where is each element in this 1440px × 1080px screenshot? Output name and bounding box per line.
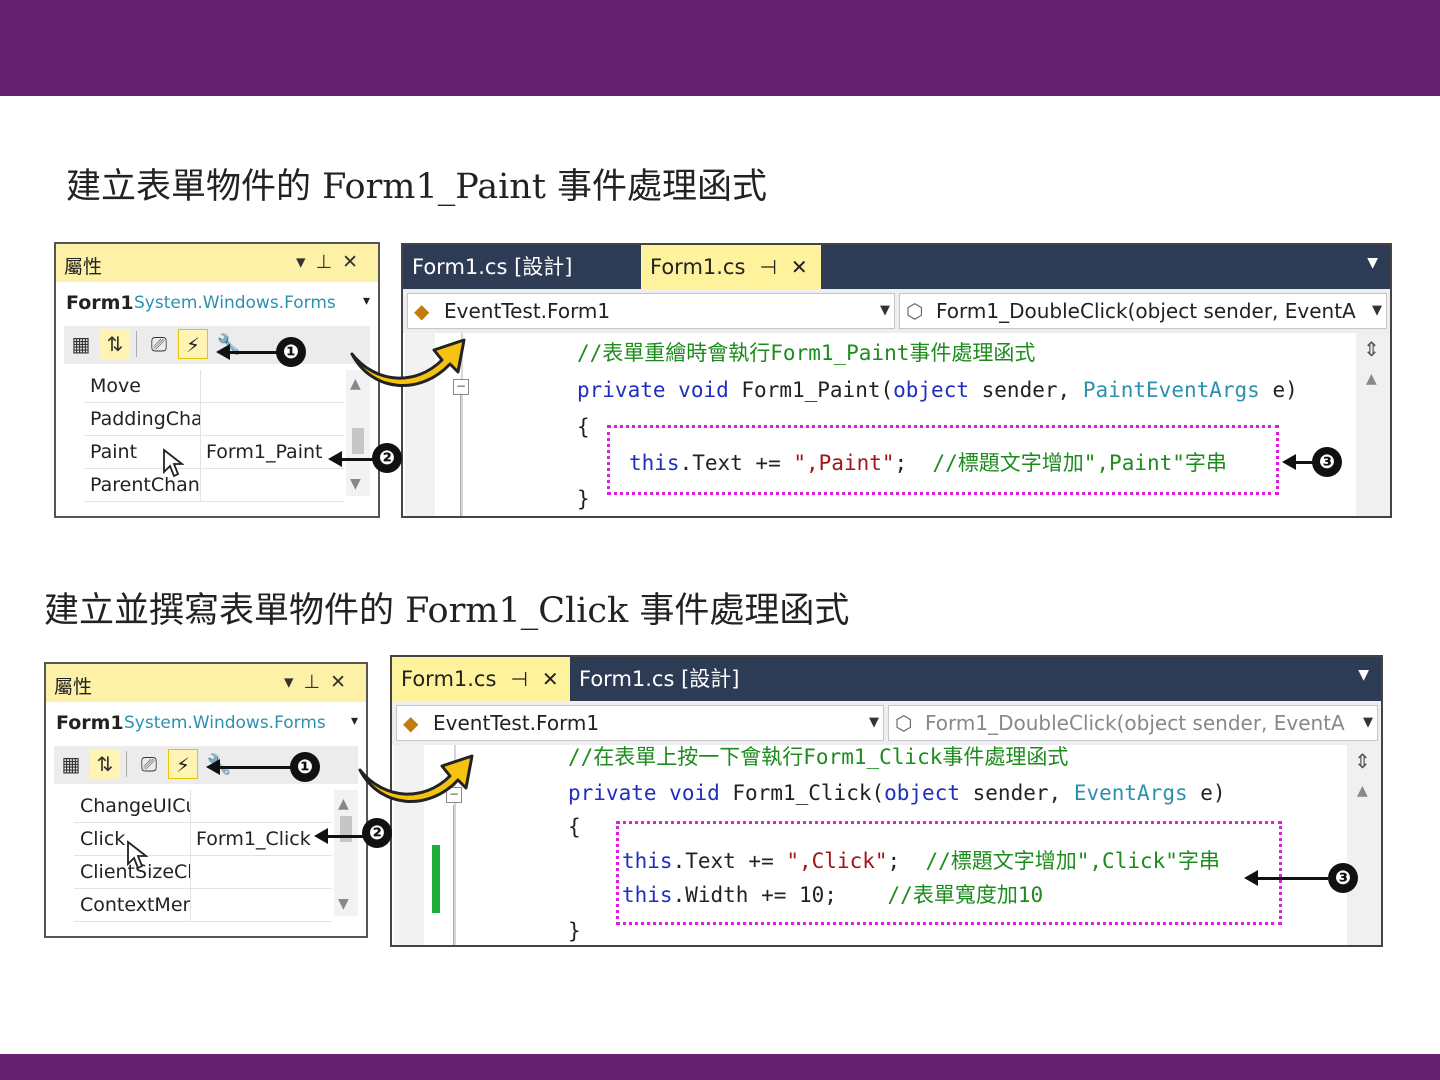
- editor-tab-strip: Form1.cs ⊣ ✕ Form1.cs [設計] ▼: [392, 657, 1381, 701]
- close-icon[interactable]: ✕: [791, 255, 808, 279]
- chevron-down-icon: ▼: [876, 294, 890, 328]
- close-icon[interactable]: ✕: [542, 667, 559, 691]
- categorized-icon[interactable]: ▦: [66, 329, 96, 359]
- property-row-paint[interactable]: Paint Form1_Paint: [84, 436, 344, 469]
- dropdown-icon[interactable]: ▾: [296, 251, 316, 273]
- top-banner: [0, 0, 1440, 96]
- class-combo[interactable]: ◆ EventTest.Form1 ▼: [396, 705, 884, 741]
- close-icon[interactable]: ✕: [330, 671, 356, 693]
- object-name: Form1: [66, 292, 134, 314]
- property-row[interactable]: PaddingCha: [84, 403, 344, 436]
- property-row[interactable]: ClientSizeCh: [74, 856, 332, 889]
- code-line-1: this.Text += ",Click"; //標題文字增加",Click"字…: [622, 849, 1220, 873]
- code-line-2: this.Width += 10; //表單寬度加10: [622, 883, 1044, 907]
- badge-3: ❸: [1328, 863, 1358, 893]
- object-type: System.Windows.Forms: [134, 293, 336, 313]
- property-row[interactable]: ContextMen: [74, 889, 332, 922]
- property-row[interactable]: ParentChan: [84, 469, 344, 502]
- split-icon[interactable]: ⇕: [1363, 337, 1380, 361]
- property-row[interactable]: Move: [84, 370, 344, 403]
- code-editor-2: Form1.cs ⊣ ✕ Form1.cs [設計] ▼ ◆ EventTest.Fo…: [390, 655, 1383, 947]
- change-indicator: [432, 845, 440, 913]
- property-pages-icon[interactable]: ⎚: [144, 329, 174, 359]
- events-icon[interactable]: ⚡: [168, 749, 198, 779]
- navigation-bar: ◆ EventTest.Form1 ▼ ⬡ Form1_DoubleClick(obj…: [403, 289, 1390, 333]
- dropdown-icon[interactable]: ▼: [1358, 667, 1369, 683]
- properties-title-bar: 屬性 ▾⊥✕: [56, 244, 378, 282]
- section2-heading: 建立並撰寫表單物件的 Form1_Click 事件處理函式: [44, 591, 850, 631]
- chevron-down-icon[interactable]: ▾: [351, 713, 358, 729]
- editor-scrollbar[interactable]: ⇕ ▲: [1347, 745, 1381, 945]
- code-line-1: this.Text += ",Paint"; //標題文字增加",Paint"字…: [629, 451, 1227, 475]
- pin-icon[interactable]: ⊥: [316, 251, 343, 273]
- chevron-down-icon[interactable]: ▾: [363, 293, 370, 309]
- editor-scrollbar[interactable]: ⇕ ▲: [1356, 333, 1390, 516]
- class-icon: ◆: [414, 299, 430, 323]
- close-icon[interactable]: ✕: [342, 251, 368, 273]
- object-name: Form1: [56, 712, 124, 734]
- dropdown-icon[interactable]: ▼: [1367, 255, 1378, 271]
- method-icon: ⬡: [906, 299, 924, 323]
- property-row[interactable]: ChangeUICu: [74, 790, 332, 823]
- chevron-down-icon: ▼: [1368, 294, 1382, 328]
- badge-3: ❸: [1312, 447, 1342, 477]
- class-icon: ◆: [403, 711, 419, 735]
- tab-code[interactable]: Form1.cs ⊣ ✕: [392, 657, 570, 701]
- pin-icon[interactable]: ⊥: [304, 671, 331, 693]
- curved-arrow-icon: [358, 754, 474, 803]
- properties-panel-1: 屬性 ▾⊥✕ Form1 System.Windows.Forms ▾ ▦ ⇅ …: [54, 242, 380, 518]
- property-pages-icon[interactable]: ⎚: [134, 749, 164, 779]
- properties-title-bar: 屬性 ▾⊥✕: [46, 664, 366, 702]
- badge-1: ❶: [276, 337, 306, 367]
- code-comment: //表單重繪時會執行Form1_Paint事件處理函式: [577, 341, 1036, 365]
- badge-2: ❷: [372, 443, 402, 473]
- property-grid: Move PaddingCha Paint Form1_Paint ParentC…: [84, 370, 344, 502]
- property-row-click[interactable]: Click Form1_Click: [74, 823, 332, 856]
- highlight-box: [616, 821, 1282, 925]
- chevron-down-icon: ▼: [865, 706, 879, 740]
- events-icon[interactable]: ⚡: [178, 329, 208, 359]
- pin-icon[interactable]: ⊣: [510, 667, 527, 691]
- tab-code[interactable]: Form1.cs ⊣ ✕: [641, 245, 821, 289]
- pin-icon[interactable]: ⊣: [759, 255, 776, 279]
- object-type: System.Windows.Forms: [124, 713, 326, 733]
- property-grid: ChangeUICu Click Form1_Click ClientSizeCh…: [74, 790, 332, 922]
- member-combo[interactable]: ⬡ Form1_DoubleClick(object sender, EventA…: [899, 293, 1387, 329]
- cursor-icon: [127, 840, 148, 870]
- badge-1: ❶: [290, 752, 320, 782]
- class-combo[interactable]: ◆ EventTest.Form1 ▼: [407, 293, 895, 329]
- cursor-icon: [163, 448, 184, 478]
- chevron-down-icon: ▼: [1359, 706, 1373, 740]
- categorized-icon[interactable]: ▦: [56, 749, 86, 779]
- split-icon[interactable]: ⇕: [1354, 749, 1371, 773]
- properties-title: 屬性: [54, 676, 93, 698]
- member-combo[interactable]: ⬡ Form1_DoubleClick(object sender, EventA…: [888, 705, 1378, 741]
- code-comment: //在表單上按一下會執行Form1_Click事件處理函式: [568, 745, 1069, 769]
- curved-arrow-icon: [350, 338, 466, 387]
- properties-panel-2: 屬性 ▾⊥✕ Form1 System.Windows.Forms ▾ ▦ ⇅ …: [44, 662, 368, 938]
- properties-title: 屬性: [64, 256, 103, 278]
- tab-design[interactable]: Form1.cs [設計]: [570, 657, 770, 701]
- editor-tab-strip: Form1.cs [設計] Form1.cs ⊣ ✕ ▼: [403, 245, 1390, 289]
- tab-design[interactable]: Form1.cs [設計]: [403, 245, 641, 289]
- alphabetical-icon[interactable]: ⇅: [100, 329, 130, 359]
- code-editor-1: Form1.cs [設計] Form1.cs ⊣ ✕ ▼ ◆ EventTest.Fo…: [401, 243, 1392, 518]
- method-icon: ⬡: [895, 711, 913, 735]
- object-selector[interactable]: Form1 System.Windows.Forms ▾: [46, 704, 366, 742]
- navigation-bar: ◆ EventTest.Form1 ▼ ⬡ Form1_DoubleClick(obj…: [392, 701, 1381, 745]
- alphabetical-icon[interactable]: ⇅: [90, 749, 120, 779]
- object-selector[interactable]: Form1 System.Windows.Forms ▾: [56, 284, 378, 322]
- bottom-banner: [0, 1054, 1440, 1080]
- dropdown-icon[interactable]: ▾: [284, 671, 304, 693]
- section1-heading: 建立表單物件的 Form1_Paint 事件處理函式: [66, 167, 768, 207]
- badge-2: ❷: [362, 818, 392, 848]
